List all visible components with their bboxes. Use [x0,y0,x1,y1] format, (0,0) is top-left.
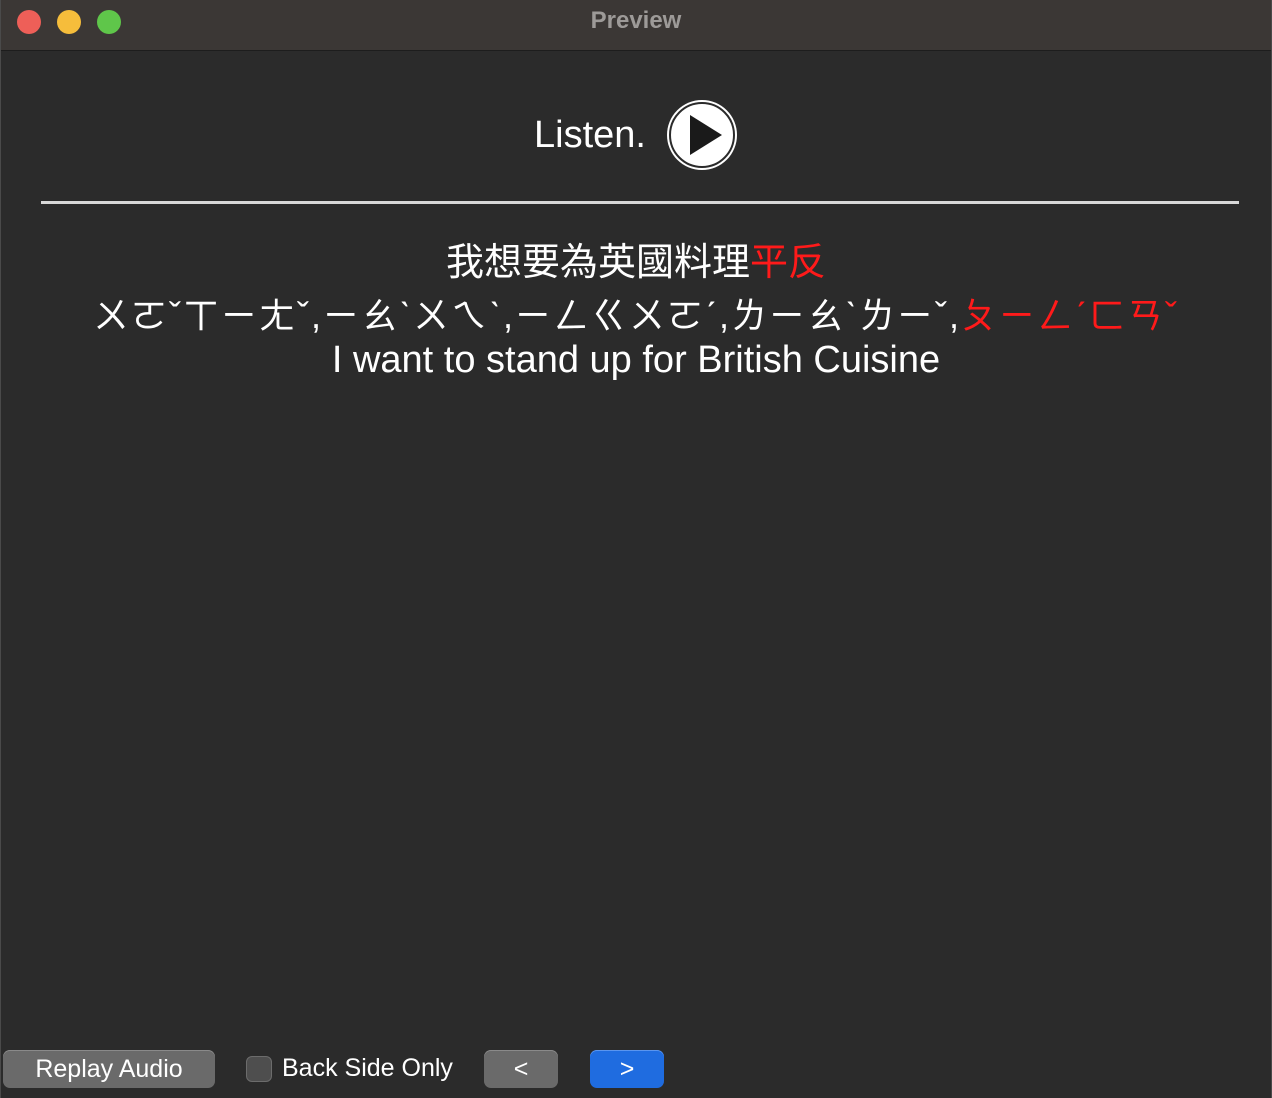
back-side-only-label: Back Side Only [282,1054,453,1082]
bopomofo-highlight: ㄆㄧㄥˊㄈㄢˇ [960,295,1179,336]
bopomofo-text: ㄨㄛˇㄒㄧㄤˇ,ㄧㄠˋㄨㄟˋ,ㄧㄥㄍㄨㄛˊ,ㄌㄧㄠˋㄌㄧˇ, [93,295,961,336]
back-side-only-toggle[interactable]: Back Side Only [246,1054,453,1083]
play-audio-icon[interactable] [666,99,738,171]
bopomofo-sentence: ㄨㄛˇㄒㄧㄤˇ,ㄧㄠˋㄨㄟˋ,ㄧㄥㄍㄨㄛˊ,ㄌㄧㄠˋㄌㄧˇ,ㄆㄧㄥˊㄈㄢˇ [1,287,1271,339]
card-content: Listen. 我想要為英國料理平反 ㄨㄛˇㄒㄧㄤˇ,ㄧㄠˋㄨㄟˋ,ㄧㄥㄍㄨㄛˊ… [1,51,1271,1098]
next-card-button[interactable]: > [590,1050,664,1088]
preview-window: Preview Listen. 我想要為英國料理平反 ㄨㄛˇㄒㄧㄤˇ,ㄧㄠˋㄨㄟ… [0,0,1272,1098]
listen-label: Listen. [534,113,646,156]
title-bar: Preview [1,0,1271,51]
hanzi-text: 我想要為英國料理 [445,242,750,284]
listen-row: Listen. [1,99,1271,171]
previous-card-button[interactable]: < [484,1050,558,1088]
english-translation: I want to stand up for British Cuisine [331,339,941,381]
replay-audio-button[interactable]: Replay Audio [3,1050,215,1088]
hanzi-sentence: 我想要為英國料理平反 [1,231,1271,286]
back-side-only-checkbox[interactable] [246,1055,272,1082]
hanzi-highlight: 平反 [750,242,827,284]
bottom-toolbar: Replay Audio Back Side Only < > [1,1048,1271,1098]
answer-divider [41,201,1239,204]
window-title: Preview [590,7,682,34]
